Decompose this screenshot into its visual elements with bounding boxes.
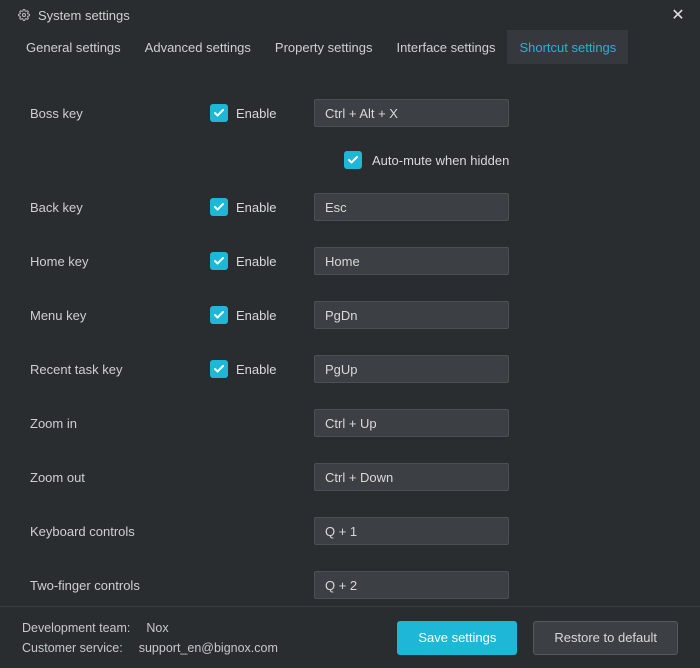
input-zoom-in[interactable]: [314, 409, 509, 437]
checkbox-home-key-enable[interactable]: [210, 252, 228, 270]
customer-service-value: support_en@bignox.com: [139, 641, 278, 655]
input-menu-key[interactable]: [314, 301, 509, 329]
input-two-finger-controls[interactable]: [314, 571, 509, 599]
row-zoom-in: Zoom in: [0, 396, 700, 450]
tab-interface[interactable]: Interface settings: [384, 30, 507, 64]
input-boss-key[interactable]: [314, 99, 509, 127]
label-recent-task-key: Recent task key: [30, 362, 210, 377]
enable-label: Enable: [236, 254, 276, 269]
row-home-key: Home key Enable: [0, 234, 700, 288]
tab-property[interactable]: Property settings: [263, 30, 385, 64]
enable-label: Enable: [236, 106, 276, 121]
close-icon[interactable]: ✕: [668, 5, 688, 25]
label-back-key: Back key: [30, 200, 210, 215]
input-back-key[interactable]: [314, 193, 509, 221]
row-keyboard-controls: Keyboard controls: [0, 504, 700, 558]
row-two-finger-controls: Two-finger controls: [0, 558, 700, 612]
tab-general[interactable]: General settings: [14, 30, 133, 64]
row-boss-key: Boss key Enable: [0, 86, 700, 140]
input-keyboard-controls[interactable]: [314, 517, 509, 545]
label-zoom-out: Zoom out: [30, 470, 210, 485]
label-home-key: Home key: [30, 254, 210, 269]
dev-team-label: Development team:: [22, 621, 130, 635]
restore-button[interactable]: Restore to default: [533, 621, 678, 655]
label-keyboard-controls: Keyboard controls: [30, 524, 210, 539]
gear-icon: [18, 9, 30, 21]
row-auto-mute: Auto-mute when hidden: [0, 140, 700, 180]
checkbox-menu-key-enable[interactable]: [210, 306, 228, 324]
label-auto-mute: Auto-mute when hidden: [372, 153, 509, 168]
row-zoom-out: Zoom out: [0, 450, 700, 504]
checkbox-back-key-enable[interactable]: [210, 198, 228, 216]
checkbox-recent-task-enable[interactable]: [210, 360, 228, 378]
label-menu-key: Menu key: [30, 308, 210, 323]
footer-info: Development team: Nox Customer service: …: [22, 621, 278, 655]
tab-shortcut[interactable]: Shortcut settings: [507, 30, 628, 64]
row-back-key: Back key Enable: [0, 180, 700, 234]
enable-label: Enable: [236, 200, 276, 215]
dev-team-value: Nox: [146, 621, 168, 635]
shortcut-panel: Boss key Enable Auto-mute when hidden Ba…: [0, 64, 700, 612]
enable-label: Enable: [236, 362, 276, 377]
row-recent-task-key: Recent task key Enable: [0, 342, 700, 396]
input-zoom-out[interactable]: [314, 463, 509, 491]
tab-advanced[interactable]: Advanced settings: [133, 30, 263, 64]
checkbox-auto-mute[interactable]: [344, 151, 362, 169]
checkbox-boss-key-enable[interactable]: [210, 104, 228, 122]
enable-label: Enable: [236, 308, 276, 323]
footer: Development team: Nox Customer service: …: [0, 606, 700, 668]
input-recent-task-key[interactable]: [314, 355, 509, 383]
label-two-finger-controls: Two-finger controls: [30, 578, 210, 593]
titlebar: System settings ✕: [0, 0, 700, 30]
input-home-key[interactable]: [314, 247, 509, 275]
label-boss-key: Boss key: [30, 106, 210, 121]
row-menu-key: Menu key Enable: [0, 288, 700, 342]
label-zoom-in: Zoom in: [30, 416, 210, 431]
window-title: System settings: [38, 8, 130, 23]
save-button[interactable]: Save settings: [397, 621, 517, 655]
customer-service-label: Customer service:: [22, 641, 123, 655]
tab-bar: General settings Advanced settings Prope…: [0, 30, 700, 64]
